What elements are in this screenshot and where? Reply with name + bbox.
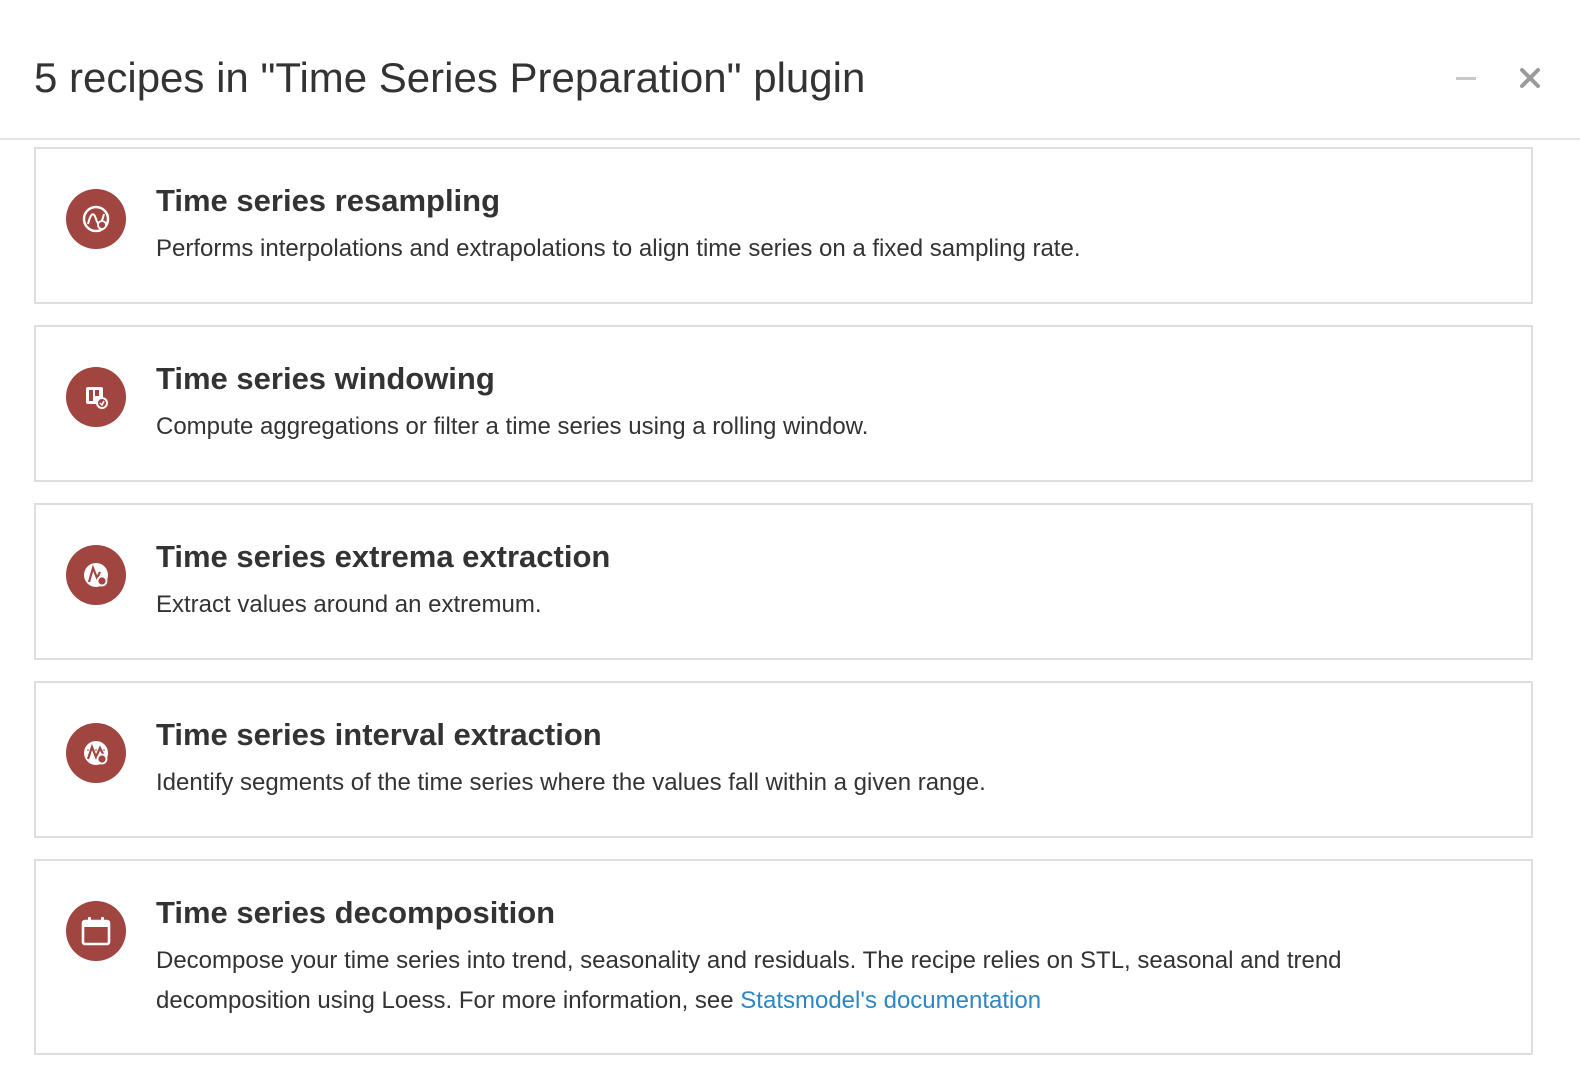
close-icon bbox=[1520, 68, 1540, 88]
recipe-description: Performs interpolations and extrapolatio… bbox=[156, 235, 1081, 262]
recipe-name: Time series resampling bbox=[156, 183, 501, 218]
recipes-modal: 5 recipes in "Time Series Preparation" p… bbox=[0, 0, 1580, 1080]
calendar-icon bbox=[66, 901, 126, 961]
recipe-list: Time series resampling Performs interpol… bbox=[34, 147, 1533, 1076]
recipe-description: Identify segments of the time series whe… bbox=[156, 769, 986, 796]
recipe-card-interval[interactable]: Time series interval extraction Identify… bbox=[34, 681, 1533, 838]
statsmodel-documentation-link[interactable]: Statsmodel's documentation bbox=[740, 987, 1041, 1014]
recipe-name: Time series interval extraction bbox=[156, 717, 602, 752]
modal-header: 5 recipes in "Time Series Preparation" p… bbox=[0, 0, 1580, 140]
extrema-icon bbox=[66, 545, 126, 605]
recipe-description: Compute aggregations or filter a time se… bbox=[156, 413, 869, 440]
recipe-card-windowing[interactable]: Time series windowing Compute aggregatio… bbox=[34, 325, 1533, 482]
recipe-card-decomposition[interactable]: Time series decomposition Decompose your… bbox=[34, 859, 1533, 1055]
recipe-name: Time series extrema extraction bbox=[156, 539, 611, 574]
recipe-card-extrema[interactable]: Time series extrema extraction Extract v… bbox=[34, 503, 1533, 660]
minus-icon bbox=[1456, 77, 1476, 80]
recipe-card-resampling[interactable]: Time series resampling Performs interpol… bbox=[34, 147, 1533, 304]
interval-icon bbox=[66, 723, 126, 783]
recipe-description: Decompose your time series into trend, s… bbox=[156, 941, 1491, 1021]
minimize-button[interactable] bbox=[1446, 58, 1486, 98]
recipe-name: Time series decomposition bbox=[156, 895, 556, 930]
resampling-icon bbox=[66, 189, 126, 249]
recipe-description: Extract values around an extremum. bbox=[156, 591, 542, 618]
recipe-name: Time series windowing bbox=[156, 361, 495, 396]
close-button[interactable] bbox=[1510, 58, 1550, 98]
modal-title: 5 recipes in "Time Series Preparation" p… bbox=[34, 54, 866, 101]
windowing-icon bbox=[66, 367, 126, 427]
